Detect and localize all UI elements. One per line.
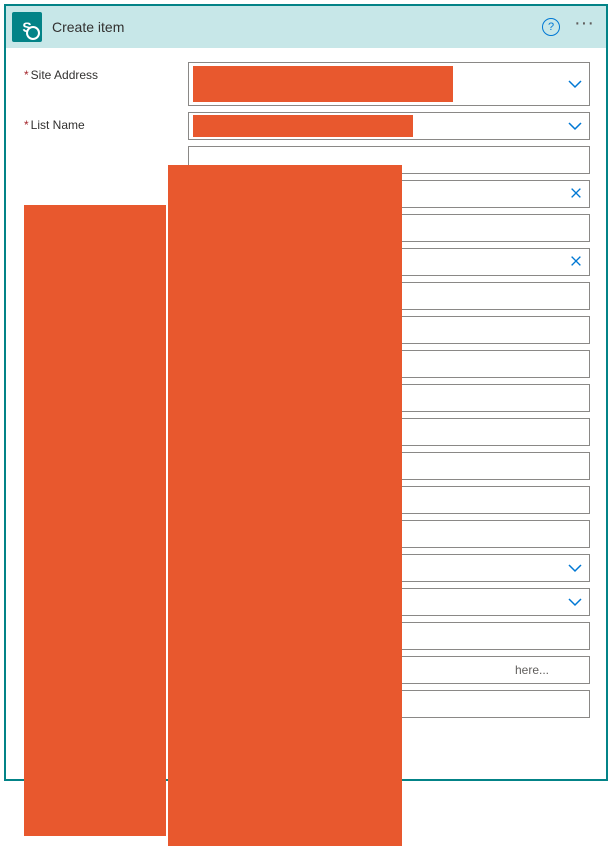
card-header[interactable]: S Create item ? ···: [6, 6, 606, 48]
field-input[interactable]: [188, 282, 590, 310]
field-input[interactable]: [188, 690, 590, 718]
chevron-down-icon[interactable]: [567, 118, 583, 134]
field-input[interactable]: [188, 316, 590, 344]
card-title: Create item: [52, 19, 532, 35]
more-menu-icon[interactable]: ···: [574, 18, 594, 36]
field-input[interactable]: [188, 418, 590, 446]
chevron-down-icon[interactable]: [567, 594, 583, 610]
close-icon[interactable]: [569, 186, 583, 203]
field-input[interactable]: [188, 214, 590, 242]
site-address-input[interactable]: [188, 62, 590, 106]
label-list-name: List Name: [24, 112, 188, 132]
placeholder-text: here...: [515, 663, 549, 677]
label-site-address: Site Address: [24, 62, 188, 82]
field-input[interactable]: [188, 146, 590, 174]
field-input[interactable]: [188, 588, 590, 616]
close-icon[interactable]: [569, 254, 583, 271]
field-input[interactable]: [188, 180, 590, 208]
action-card: S Create item ? ··· Site Address List Na…: [4, 4, 608, 781]
chevron-down-icon[interactable]: [567, 76, 583, 92]
card-body: Site Address List Name: [6, 48, 606, 734]
sharepoint-icon: S: [12, 12, 42, 42]
field-input[interactable]: [188, 520, 590, 548]
chevron-down-icon[interactable]: [567, 560, 583, 576]
field-input[interactable]: [188, 622, 590, 650]
field-input[interactable]: [188, 452, 590, 480]
list-name-input[interactable]: [188, 112, 590, 140]
field-input[interactable]: here...: [188, 656, 590, 684]
help-icon[interactable]: ?: [542, 18, 560, 36]
field-input[interactable]: [188, 350, 590, 378]
field-input[interactable]: [188, 384, 590, 412]
redacted-block: [193, 115, 413, 137]
field-input[interactable]: [188, 554, 590, 582]
field-input[interactable]: [188, 248, 590, 276]
redacted-block: [193, 66, 453, 102]
field-input[interactable]: [188, 486, 590, 514]
